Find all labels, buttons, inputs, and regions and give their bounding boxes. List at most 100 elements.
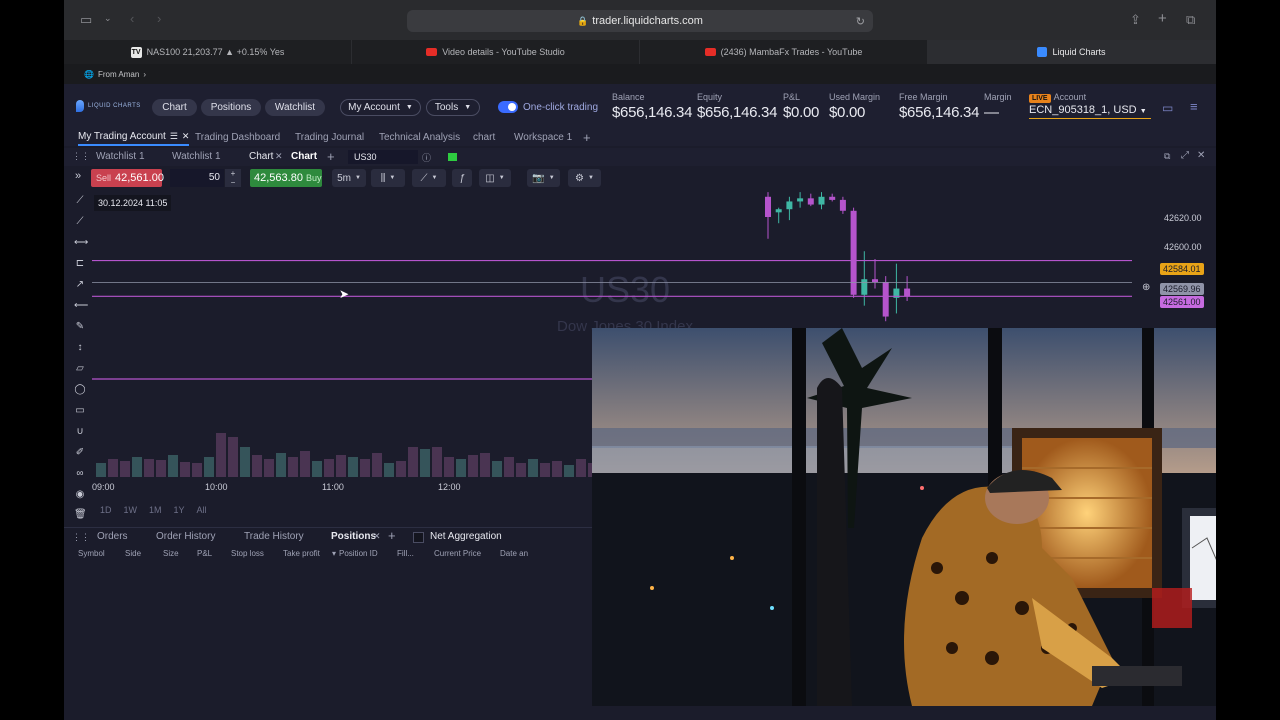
ellipse-icon[interactable]: ◯	[74, 384, 86, 395]
workspace-tab-workspace1[interactable]: Workspace 1	[514, 128, 572, 146]
collapse-tools-icon[interactable]: »	[75, 170, 81, 182]
candle-body[interactable]	[882, 282, 889, 317]
popout-icon[interactable]: ⧉	[1164, 151, 1170, 162]
range-1m[interactable]: 1M	[149, 505, 162, 515]
tools-dropdown[interactable]: Tools ▼	[426, 99, 480, 116]
chart-type-dropdown[interactable]: ⫼ ▼	[371, 169, 405, 187]
candle-body[interactable]	[797, 198, 804, 202]
quantity-input[interactable]: 50	[170, 169, 224, 187]
toggle-switch[interactable]	[498, 101, 518, 113]
new-tab-icon[interactable]: +	[1158, 10, 1167, 27]
column-fill[interactable]: Fill...	[397, 549, 414, 558]
net-aggregation-checkbox[interactable]	[413, 532, 424, 543]
close-icon[interactable]: ✕	[182, 131, 190, 142]
column-size[interactable]: Size	[163, 549, 179, 558]
browser-tab-nas100[interactable]: TV NAS100 21,203.77 ▲ +0.15% Yes	[64, 40, 352, 64]
candle-body[interactable]	[829, 196, 836, 200]
snapshot-dropdown[interactable]: 📷 ▼	[527, 169, 560, 187]
trash-icon[interactable]: 🗑	[74, 509, 87, 520]
sidebar-icon[interactable]: ▭	[80, 12, 92, 28]
magnet-icon[interactable]: ∪	[74, 426, 86, 437]
my-account-dropdown[interactable]: My Account ▼	[340, 99, 421, 116]
timeframe-dropdown[interactable]: 5m ▼	[332, 169, 366, 187]
panel-tab-chart[interactable]: Chart	[249, 151, 273, 162]
browser-tab-youtube-studio[interactable]: Video details - YouTube Studio	[352, 40, 640, 64]
column-take-profit[interactable]: Take profit	[283, 549, 320, 558]
candle-body[interactable]	[765, 196, 771, 217]
arrow-icon[interactable]: ↗	[74, 279, 86, 290]
candle-body[interactable]	[872, 279, 878, 283]
tab-overview-icon[interactable]: ⧉	[1186, 12, 1195, 28]
tab-orders[interactable]: Orders	[97, 531, 128, 542]
drawing-dropdown[interactable]: ⟋ ▼	[412, 169, 446, 187]
horizontal-line-icon[interactable]: ⟷	[74, 237, 88, 248]
drag-handle-icon[interactable]: ⋮⋮	[72, 532, 90, 543]
polygon-icon[interactable]: ▱	[74, 363, 86, 374]
panel-tab-watchlist-2[interactable]: Watchlist 1	[172, 151, 221, 162]
close-panel-icon[interactable]: ✕	[1197, 150, 1205, 161]
plus-icon[interactable]: +	[388, 528, 396, 543]
share-icon[interactable]: ⇪	[1130, 12, 1141, 28]
range-1y[interactable]: 1Y	[174, 505, 185, 515]
nav-positions-button[interactable]: Positions	[201, 99, 261, 116]
panel-tab-watchlist[interactable]: Watchlist 1	[96, 151, 145, 162]
menu-icon[interactable]: ≡	[1190, 99, 1198, 114]
candle-body[interactable]	[839, 199, 846, 211]
sell-button[interactable]: Sell 42,561.00	[91, 169, 164, 187]
quantity-stepper[interactable]: + −	[225, 169, 241, 187]
vertical-line-icon[interactable]: ↕	[74, 342, 86, 353]
add-alert-icon[interactable]: ⊕	[1142, 282, 1150, 293]
workspace-tab-journal[interactable]: Trading Journal	[295, 128, 364, 146]
candle-body[interactable]	[818, 196, 825, 205]
column-symbol[interactable]: Symbol	[78, 549, 105, 558]
workspace-tab-dashboard[interactable]: Trading Dashboard	[195, 128, 280, 146]
link-icon[interactable]: ∞	[74, 468, 86, 479]
tab-order-history[interactable]: Order History	[156, 531, 215, 542]
tab-trade-history[interactable]: Trade History	[244, 531, 304, 542]
column-date[interactable]: Date an	[500, 549, 528, 558]
favorites-label[interactable]: From Aman	[98, 70, 139, 79]
brush-icon[interactable]: ✐	[74, 447, 86, 458]
chevron-right-icon[interactable]: ›	[143, 70, 146, 79]
workspace-tab-my-trading-account[interactable]: My Trading Account ☰ ✕	[78, 128, 190, 146]
pen-icon[interactable]: ✎	[74, 321, 86, 332]
close-icon[interactable]: ✕	[275, 151, 283, 162]
candle-body[interactable]	[775, 209, 782, 213]
account-selector[interactable]: LIVE Account ECN_905318_1, USD ▼	[1029, 92, 1151, 119]
info-icon[interactable]: ⓘ	[422, 151, 431, 164]
ray-icon[interactable]: ⟋	[74, 216, 86, 227]
close-icon[interactable]: ✕	[373, 531, 381, 542]
eye-icon[interactable]: ◉	[74, 489, 86, 500]
one-click-trading-toggle[interactable]: One-click trading	[498, 101, 598, 113]
panel-tab-chart-active[interactable]: Chart	[291, 151, 317, 162]
column-current-price[interactable]: Current Price	[434, 549, 481, 558]
back-icon[interactable]: ‹	[130, 11, 134, 26]
reload-icon[interactable]: ↻	[856, 15, 865, 28]
trendline-icon[interactable]: ⟋	[74, 195, 86, 206]
indicators-button[interactable]: ƒ	[452, 169, 472, 187]
candle-body[interactable]	[807, 198, 814, 205]
browser-tab-youtube[interactable]: (2436) MambaFx Trades - YouTube	[640, 40, 928, 64]
expand-icon[interactable]: ⤢	[1181, 150, 1189, 161]
range-1w[interactable]: 1W	[124, 505, 138, 515]
column-side[interactable]: Side	[125, 549, 141, 558]
nav-chart-button[interactable]: Chart	[152, 99, 197, 116]
horizontal-ray-icon[interactable]: ⟵	[74, 300, 88, 311]
range-all[interactable]: All	[197, 505, 207, 515]
workspace-tab-technical[interactable]: Technical Analysis	[379, 128, 460, 146]
nav-watchlist-button[interactable]: Watchlist	[265, 99, 325, 116]
symbol-input[interactable]: US30	[348, 150, 418, 164]
forward-icon[interactable]: ›	[157, 11, 161, 26]
layout-dropdown[interactable]: ◫ ▼	[479, 169, 511, 187]
plus-icon[interactable]: +	[327, 149, 335, 164]
buy-button[interactable]: 42,563.80 Buy	[250, 169, 322, 187]
candle-body[interactable]	[904, 288, 911, 297]
column-position-id[interactable]: Position ID	[339, 549, 378, 558]
column-pnl[interactable]: P&L	[197, 549, 212, 558]
fib-icon[interactable]: ⊏	[74, 258, 86, 269]
workspace-tab-chart[interactable]: chart	[473, 128, 495, 146]
browser-tab-liquid-charts[interactable]: Liquid Charts	[928, 40, 1216, 64]
rectangle-icon[interactable]: ▭	[74, 405, 86, 416]
brand-logo[interactable]: LIQUID CHARTS	[76, 100, 141, 112]
column-stop-loss[interactable]: Stop loss	[231, 549, 264, 558]
